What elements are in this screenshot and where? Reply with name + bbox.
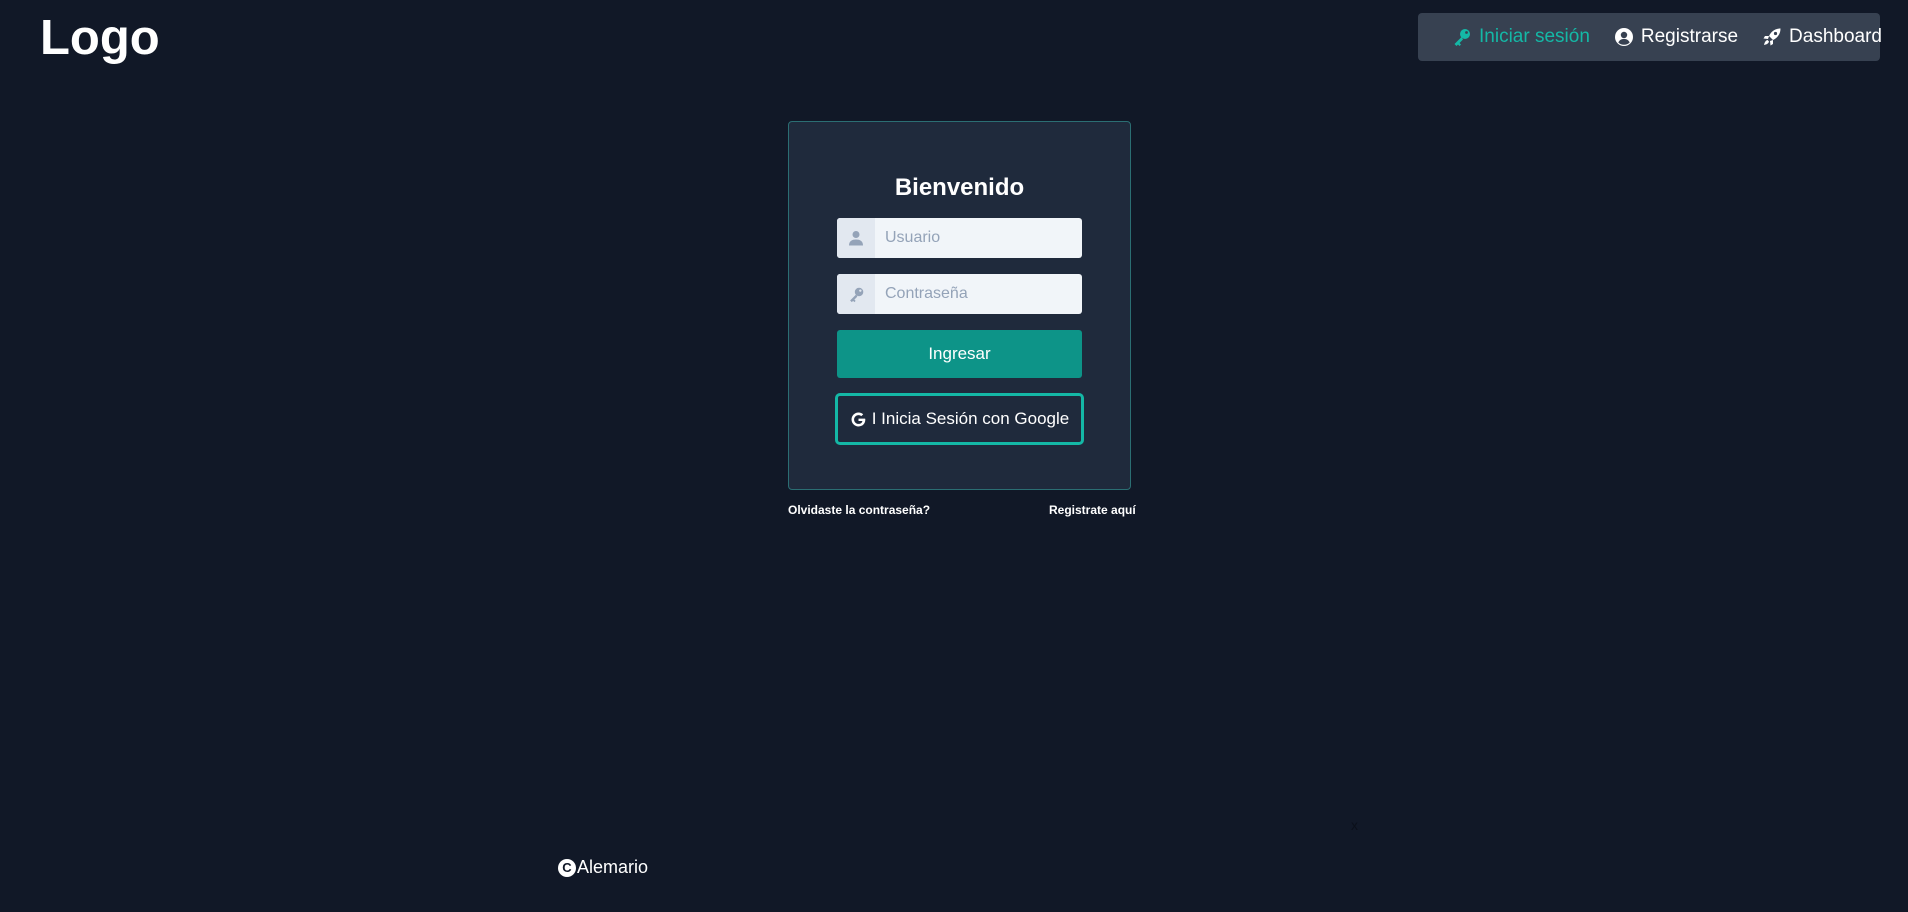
rocket-icon [1762, 27, 1782, 47]
logo[interactable]: Logo [40, 10, 160, 66]
google-login-button[interactable]: I Inicia Sesión con Google [835, 393, 1084, 445]
password-input[interactable] [875, 274, 1082, 314]
forgot-password-link[interactable]: Olvidaste la contraseña? [788, 503, 930, 517]
username-input[interactable] [875, 218, 1082, 258]
key-icon [1452, 27, 1472, 47]
close-icon[interactable]: x [1351, 817, 1358, 833]
nav-register[interactable]: Registrarse [1614, 26, 1738, 48]
login-title: Bienvenido [894, 174, 1025, 201]
login-card: Bienvenido Ingresar [788, 121, 1131, 490]
nav-login-label: Iniciar sesión [1479, 26, 1590, 47]
user-icon [837, 218, 875, 258]
nav-register-label: Registrarse [1640, 26, 1739, 47]
username-field [837, 218, 1082, 258]
top-nav: Iniciar sesión Registrarse Dashboard [1418, 13, 1882, 61]
user-circle-icon [1614, 27, 1634, 47]
google-icon [850, 410, 868, 428]
register-link[interactable]: Registrate aquí [1049, 503, 1136, 517]
page: Logo Iniciar sesión Registrarse Dashboar… [0, 0, 1908, 912]
google-login-label: I Inicia Sesión con Google [871, 409, 1070, 428]
nav-dashboard[interactable]: Dashboard [1762, 26, 1882, 48]
footer-brand-label: Alemario [577, 857, 649, 877]
copyright-icon: C [558, 858, 576, 877]
key-icon [837, 274, 875, 314]
password-field [837, 274, 1082, 314]
nav-dashboard-label: Dashboard [1789, 26, 1882, 47]
submit-button[interactable]: Ingresar [837, 330, 1082, 378]
footer-brand: C Alemario [558, 857, 648, 878]
nav-login[interactable]: Iniciar sesión [1452, 26, 1590, 48]
